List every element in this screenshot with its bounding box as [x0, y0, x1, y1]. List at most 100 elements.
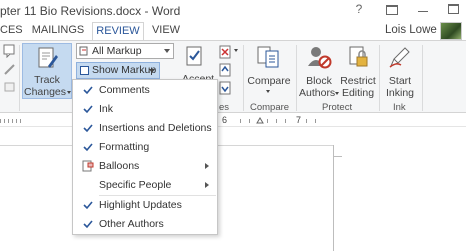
avatar[interactable] — [440, 22, 462, 40]
lock-icon — [349, 46, 368, 67]
start-inking-button[interactable]: Start Inking — [382, 43, 418, 99]
block-authors-icon — [308, 47, 332, 69]
show-markup-icon — [80, 66, 89, 75]
group-separator — [379, 45, 380, 111]
ruler-tick — [267, 119, 268, 123]
menu-item-highlight-updates[interactable]: Highlight Updates — [73, 196, 217, 215]
track-changes-icon — [38, 47, 58, 68]
menu-item-label: Specific People — [99, 179, 172, 191]
menu-item-label: Insertions and Deletions — [99, 122, 212, 134]
menu-item-comments[interactable]: Comments — [73, 81, 217, 100]
ruler-tick — [240, 119, 241, 123]
menu-item-insertions-and-deletions[interactable]: Insertions and Deletions — [73, 119, 217, 138]
start-inking-label-line1: Start — [388, 75, 412, 87]
delete-comment-icon[interactable] — [3, 62, 17, 76]
submenu-arrow-icon — [205, 163, 209, 169]
ruler-tick — [16, 119, 17, 123]
checkmark-icon — [83, 124, 93, 133]
group-label-changes: es — [219, 102, 230, 113]
balloons-icon — [82, 160, 94, 172]
group-separator — [422, 45, 423, 111]
next-change-icon[interactable] — [218, 81, 232, 95]
group-separator — [19, 45, 20, 111]
maximize-button[interactable] — [448, 4, 459, 14]
tab-review[interactable]: REVIEW — [92, 22, 144, 41]
document-area[interactable] — [0, 128, 466, 251]
restrict-editing-label-line2: Editing — [341, 87, 375, 99]
submenu-arrow-icon — [205, 182, 209, 188]
ruler-tick — [285, 119, 286, 123]
track-changes-label-line1: Track — [34, 74, 60, 86]
ruler-tick — [249, 119, 250, 123]
markup-dropdown-value: All Markup — [92, 45, 142, 57]
ruler-tick — [306, 119, 307, 123]
next-comment-icon[interactable] — [3, 80, 17, 94]
markup-area-border — [333, 145, 334, 251]
display-for-review-dropdown[interactable]: All Markup — [76, 43, 174, 59]
ribbon-tabs: CES MAILINGS REVIEW VIEW Lois Lowe — [0, 22, 466, 41]
chevron-down-icon — [266, 90, 270, 93]
ruler-number: 6 — [222, 115, 228, 125]
ruler-tick — [276, 119, 277, 123]
checkmark-icon — [83, 201, 93, 210]
menu-item-label: Other Authors — [99, 218, 164, 230]
menu-item-formatting[interactable]: Formatting — [73, 138, 217, 157]
checkmark-icon — [83, 86, 93, 95]
menu-item-label: Highlight Updates — [99, 199, 182, 211]
chevron-down-icon — [67, 91, 71, 94]
markup-icon — [79, 46, 88, 56]
user-name[interactable]: Lois Lowe — [385, 24, 437, 36]
group-separator — [296, 45, 297, 111]
menu-item-specific-people[interactable]: Specific People — [73, 176, 217, 195]
tab-mailings[interactable]: MAILINGS — [30, 22, 86, 41]
show-markup-menu: Comments Ink Insertions and Deletions Fo… — [72, 79, 218, 235]
ribbon-display-options-button[interactable] — [386, 5, 398, 15]
markup-area-mark — [334, 156, 342, 157]
track-changes-button[interactable]: Track Changes — [22, 43, 72, 99]
previous-change-icon[interactable] — [218, 63, 232, 77]
block-authors-button[interactable]: Block Authors — [299, 43, 339, 99]
ruler-number: 7 — [296, 115, 302, 125]
indent-marker-icon[interactable] — [256, 116, 264, 124]
group-separator — [243, 45, 244, 111]
ruler-tick — [4, 119, 5, 123]
menu-item-other-authors[interactable]: Other Authors — [73, 215, 217, 234]
show-markup-label: Show Markup — [92, 64, 157, 76]
menu-item-balloons[interactable]: Balloons — [73, 157, 217, 176]
accept-icon — [186, 46, 202, 66]
checkmark-icon — [83, 220, 93, 229]
tab-references[interactable]: CES — [0, 22, 23, 41]
ruler-tick — [20, 119, 21, 123]
ruler-tick — [0, 119, 1, 123]
compare-label: Compare — [247, 75, 291, 87]
reject-icon[interactable] — [218, 45, 232, 59]
horizontal-ruler[interactable]: 6 7 — [0, 114, 466, 127]
menu-item-label: Balloons — [99, 160, 140, 172]
help-button[interactable]: ? — [352, 2, 366, 18]
ruler-tick — [12, 119, 13, 123]
menu-item-label: Formatting — [99, 141, 150, 153]
group-label-ink: Ink — [393, 102, 406, 113]
chevron-down-icon — [335, 92, 339, 95]
tab-view[interactable]: VIEW — [150, 22, 182, 41]
minimize-button[interactable] — [418, 11, 428, 12]
chevron-down-icon[interactable] — [234, 49, 238, 52]
new-comment-icon[interactable] — [3, 44, 17, 58]
start-inking-label-line2: Inking — [385, 87, 415, 99]
menu-item-label: Comments — [99, 84, 150, 96]
window-title: pter 11 Bio Revisions.docx - Word — [0, 4, 181, 18]
compare-button[interactable]: Compare — [246, 43, 292, 99]
group-label-protect: Protect — [322, 102, 353, 113]
ruler-tick — [315, 119, 316, 123]
menu-item-label: Ink — [99, 103, 114, 115]
menu-item-ink[interactable]: Ink — [73, 100, 217, 119]
restrict-editing-button[interactable]: Restrict Editing — [340, 43, 376, 99]
checkmark-icon — [83, 105, 93, 114]
block-authors-label-line1: Block — [306, 75, 332, 87]
checkmark-icon — [83, 143, 93, 152]
title-bar: pter 11 Bio Revisions.docx - Word ? — [0, 0, 466, 22]
show-markup-button[interactable]: Show Markup — [76, 62, 160, 79]
chevron-down-icon — [149, 69, 155, 73]
track-changes-label-line2: Changes — [23, 86, 67, 98]
ruler-tick — [8, 119, 9, 123]
